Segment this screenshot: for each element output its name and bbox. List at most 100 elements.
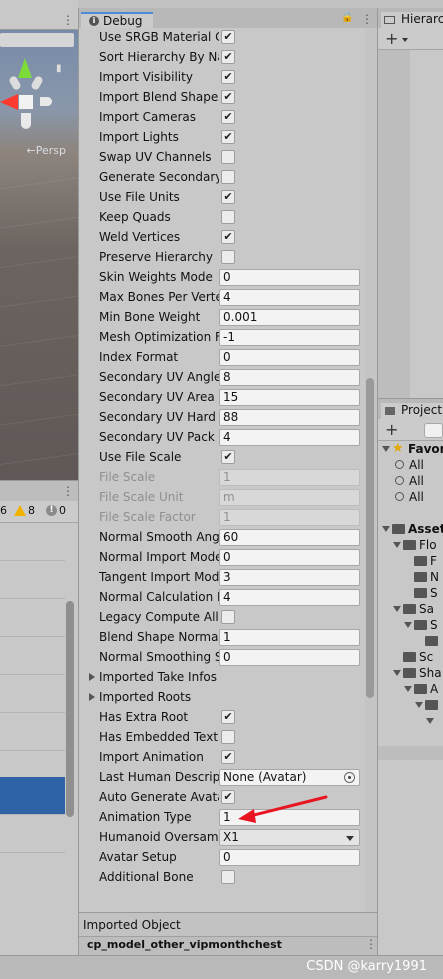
property-row[interactable]: Imported Roots [79, 687, 365, 707]
project-tree-item[interactable]: S [378, 585, 443, 601]
property-field[interactable]: 0 [219, 549, 360, 566]
property-field[interactable]: 0 [219, 849, 360, 866]
foldout-arrow-icon[interactable] [89, 693, 95, 701]
expand-arrow-icon[interactable] [393, 606, 401, 612]
project-tree-item[interactable]: Flo [378, 537, 443, 553]
foldout-arrow-icon[interactable] [89, 673, 95, 681]
asset-menu-icon[interactable]: ⋮ [365, 937, 377, 951]
gizmo-neg-x-axis[interactable] [40, 97, 52, 106]
log-count-toggle[interactable]: 6 [0, 504, 7, 517]
property-checkbox-checked[interactable]: ✔ [221, 30, 235, 44]
console-row-selected[interactable] [0, 777, 65, 815]
project-tree-item[interactable]: F [378, 553, 443, 569]
property-field[interactable]: 8 [219, 369, 360, 386]
expand-arrow-icon[interactable] [382, 526, 390, 532]
project-search-input[interactable] [424, 423, 443, 438]
expand-arrow-icon[interactable] [382, 446, 390, 452]
property-field[interactable]: 0 [219, 649, 360, 666]
property-checkbox[interactable] [221, 870, 235, 884]
property-field[interactable]: 3 [219, 569, 360, 586]
lock-icon[interactable]: 🔒 [341, 12, 353, 23]
gizmo-neg-y-axis[interactable] [21, 113, 31, 129]
scene-search-input[interactable] [0, 33, 74, 47]
expand-arrow-icon[interactable] [404, 622, 412, 628]
property-field[interactable]: 4 [219, 429, 360, 446]
asset-name[interactable]: cp_model_other_vipmonthchest [87, 938, 282, 951]
property-checkbox[interactable] [221, 170, 235, 184]
persp-label[interactable]: ←Persp [0, 144, 78, 157]
property-checkbox-checked[interactable]: ✔ [221, 130, 235, 144]
console-row[interactable] [0, 637, 65, 675]
property-checkbox-checked[interactable]: ✔ [221, 90, 235, 104]
property-checkbox-checked[interactable]: ✔ [221, 710, 235, 724]
console-row[interactable] [0, 713, 65, 751]
property-checkbox[interactable] [221, 610, 235, 624]
project-tree-item[interactable] [378, 505, 443, 521]
gizmo-back-axis-2[interactable] [30, 74, 44, 92]
property-checkbox-checked[interactable]: ✔ [221, 450, 235, 464]
project-tree-item[interactable]: Sha [378, 665, 443, 681]
project-tree-item[interactable]: ★ Favorites [378, 441, 443, 457]
project-horizontal-scrollbar[interactable] [378, 746, 443, 760]
add-object-button[interactable]: + [385, 29, 398, 48]
tab-debug[interactable]: i Debug [81, 12, 153, 28]
console-row[interactable] [0, 675, 65, 713]
property-field[interactable]: -1 [219, 329, 360, 346]
create-asset-button[interactable]: + [385, 420, 398, 439]
project-tree-item[interactable]: S [378, 617, 443, 633]
property-checkbox-checked[interactable]: ✔ [221, 190, 235, 204]
gizmo-y-axis[interactable] [18, 58, 32, 78]
expand-arrow-icon[interactable] [404, 686, 412, 692]
property-checkbox[interactable] [221, 250, 235, 264]
project-tree-item[interactable] [378, 713, 443, 729]
property-field[interactable]: 0.001 [219, 309, 360, 326]
gizmo-lock-icon[interactable]: ▮ [56, 63, 62, 74]
inspector-scrollbar-thumb[interactable] [366, 378, 374, 698]
project-tree-item[interactable]: Sa [378, 601, 443, 617]
console-row[interactable] [0, 599, 65, 637]
console-row[interactable] [0, 561, 65, 599]
property-checkbox[interactable] [221, 730, 235, 744]
property-field[interactable]: 4 [219, 589, 360, 606]
property-field[interactable]: 0 [219, 269, 360, 286]
expand-arrow-icon[interactable] [393, 542, 401, 548]
property-field[interactable]: 60 [219, 529, 360, 546]
object-picker-icon[interactable] [344, 772, 355, 783]
project-tree-item[interactable]: A [378, 681, 443, 697]
gizmo-center-cube[interactable] [19, 95, 33, 109]
property-checkbox[interactable] [221, 210, 235, 224]
gizmo-x-axis[interactable] [0, 94, 18, 110]
project-tree-item[interactable]: Assets [378, 521, 443, 537]
project-tree-item[interactable]: N [378, 569, 443, 585]
property-checkbox-checked[interactable]: ✔ [221, 110, 235, 124]
expand-arrow-icon[interactable] [426, 718, 434, 724]
console-row[interactable] [0, 815, 65, 853]
console-scrollbar[interactable] [66, 601, 74, 817]
inspector-menu-icon[interactable]: ⋮ [361, 12, 373, 26]
error-count-toggle[interactable]: ! 0 [46, 504, 66, 517]
property-field[interactable]: 1 [219, 629, 360, 646]
property-checkbox-checked[interactable]: ✔ [221, 230, 235, 244]
property-field[interactable]: 88 [219, 409, 360, 426]
project-tree-item[interactable]: All [378, 489, 443, 505]
expand-arrow-icon[interactable] [415, 702, 423, 708]
property-object-field[interactable]: None (Avatar) [219, 769, 360, 786]
warning-count-toggle[interactable]: 8 [14, 504, 35, 517]
console-row[interactable] [0, 523, 65, 561]
project-tree-item[interactable]: Sc [378, 649, 443, 665]
project-tree-item[interactable]: All [378, 473, 443, 489]
project-tree-item[interactable]: All [378, 457, 443, 473]
property-checkbox-checked[interactable]: ✔ [221, 50, 235, 64]
property-field[interactable]: 0 [219, 349, 360, 366]
property-checkbox-checked[interactable]: ✔ [221, 70, 235, 84]
property-field[interactable]: 15 [219, 389, 360, 406]
scene-menu-icon[interactable]: ⋮ [62, 13, 74, 27]
property-row[interactable]: Imported Take Infos [79, 667, 365, 687]
chevron-down-icon[interactable] [402, 38, 408, 42]
hierarchy-list[interactable] [378, 50, 410, 398]
property-checkbox[interactable] [221, 150, 235, 164]
property-field[interactable]: 4 [219, 289, 360, 306]
property-checkbox-checked[interactable]: ✔ [221, 750, 235, 764]
expand-arrow-icon[interactable] [393, 670, 401, 676]
project-tree-item[interactable] [378, 697, 443, 713]
